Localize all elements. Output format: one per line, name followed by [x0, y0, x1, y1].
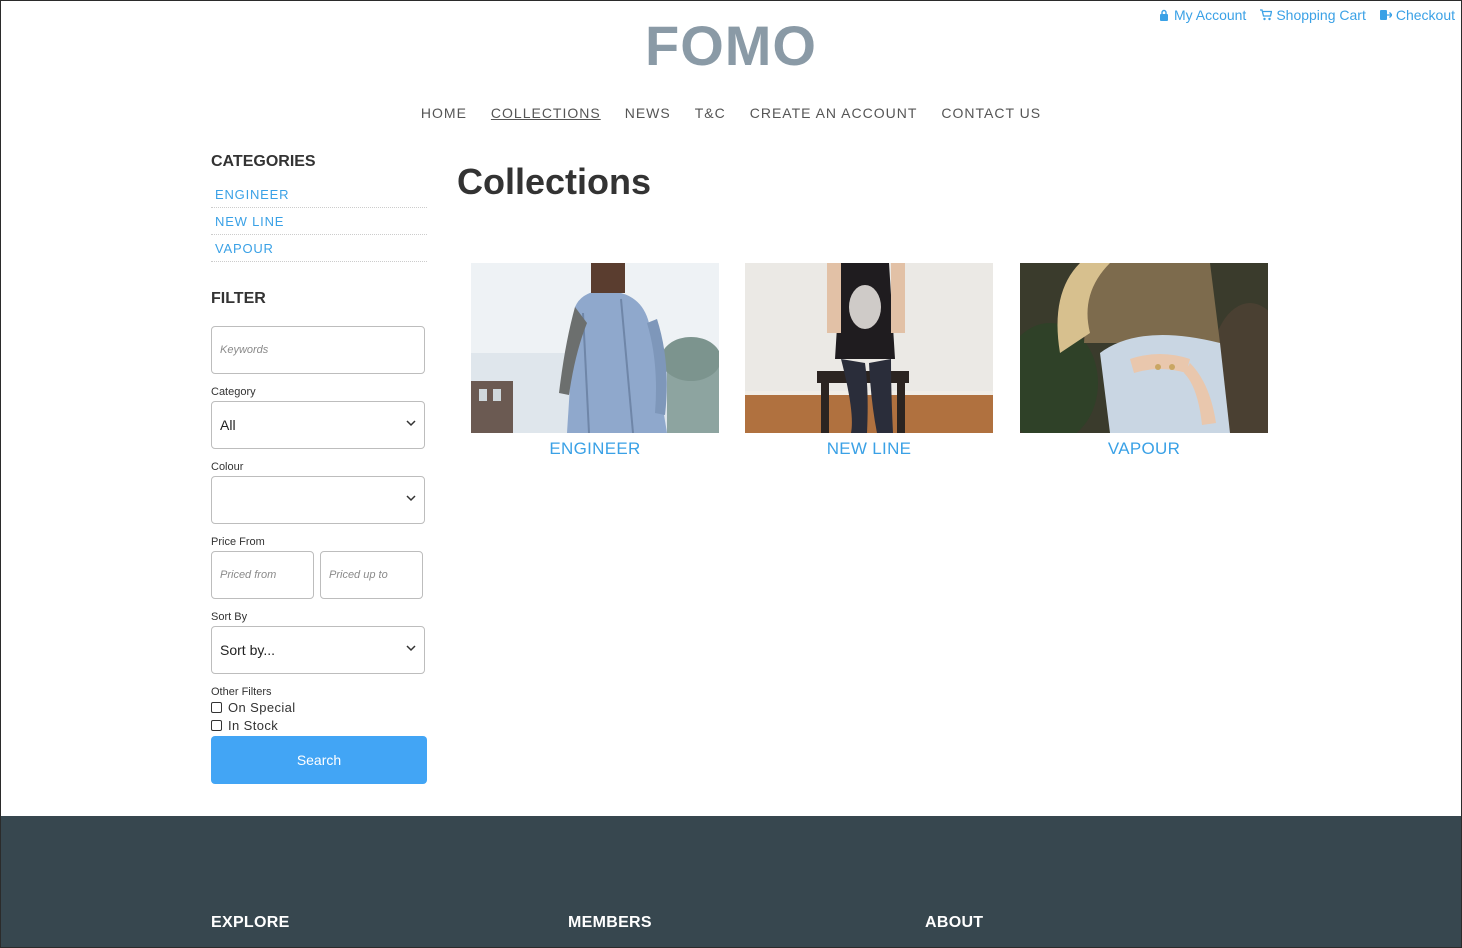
category-item: VAPOUR — [211, 235, 427, 262]
chevron-down-icon — [406, 495, 416, 502]
on-special-checkbox[interactable] — [211, 701, 222, 713]
category-label: Category — [211, 386, 256, 398]
category-list: ENGINEER NEW LINE VAPOUR — [211, 181, 427, 262]
collection-caption-vapour[interactable]: VAPOUR — [1020, 439, 1268, 459]
keywords-input[interactable]: Keywords — [211, 326, 425, 374]
price-to-input[interactable]: Priced up to — [320, 551, 423, 599]
sort-select-value: Sort by... — [220, 642, 275, 658]
nav-create-account[interactable]: CREATE AN ACCOUNT — [750, 105, 918, 121]
category-item: ENGINEER — [211, 181, 427, 208]
category-item: NEW LINE — [211, 208, 427, 235]
search-button[interactable]: Search — [211, 736, 427, 784]
categories-heading: CATEGORIES — [211, 153, 316, 170]
collection-caption-new-line[interactable]: NEW LINE — [745, 439, 993, 459]
price-label: Price From — [211, 536, 265, 548]
page-title: Collections — [457, 161, 652, 202]
category-select[interactable]: All — [211, 401, 425, 449]
footer-explore-heading: EXPLORE — [211, 914, 290, 931]
collection-image-new-line[interactable] — [745, 263, 993, 433]
chevron-down-icon — [406, 645, 416, 652]
footer-about-heading: ABOUT — [925, 914, 984, 931]
sort-select[interactable]: Sort by... — [211, 626, 425, 674]
other-filters-label: Other Filters — [211, 686, 272, 698]
collection-caption-engineer[interactable]: ENGINEER — [471, 439, 719, 459]
chevron-down-icon — [406, 420, 416, 427]
on-special-label: On Special — [228, 699, 296, 715]
sort-label: Sort By — [211, 611, 248, 623]
nav-contact-us[interactable]: CONTACT US — [941, 105, 1041, 121]
in-stock-checkbox[interactable] — [211, 719, 222, 731]
on-special-option[interactable]: On Special — [211, 698, 427, 716]
nav-news[interactable]: NEWS — [625, 105, 671, 121]
price-from-placeholder: Priced from — [220, 569, 277, 581]
collection-card-engineer[interactable]: ENGINEER — [471, 263, 719, 459]
category-link-engineer[interactable]: ENGINEER — [215, 187, 289, 202]
category-link-vapour[interactable]: VAPOUR — [215, 241, 274, 256]
nav-collections[interactable]: COLLECTIONS — [491, 105, 601, 121]
in-stock-option[interactable]: In Stock — [211, 716, 427, 734]
collection-card-vapour[interactable]: VAPOUR — [1020, 263, 1268, 459]
collection-card-new-line[interactable]: NEW LINE — [745, 263, 993, 459]
category-link-new-line[interactable]: NEW LINE — [215, 214, 284, 229]
collection-image-vapour[interactable] — [1020, 263, 1268, 433]
sidebar: CATEGORIES ENGINEER NEW LINE VAPOUR FILT… — [211, 153, 427, 784]
main-nav: HOME COLLECTIONS NEWS T&C CREATE AN ACCO… — [1, 105, 1461, 121]
site-logo[interactable]: FOMO — [1, 13, 1461, 78]
price-from-input[interactable]: Priced from — [211, 551, 314, 599]
collection-image-engineer[interactable] — [471, 263, 719, 433]
colour-select[interactable] — [211, 476, 425, 524]
keywords-placeholder: Keywords — [220, 344, 269, 356]
price-to-placeholder: Priced up to — [329, 569, 388, 581]
colour-label: Colour — [211, 461, 244, 473]
footer: EXPLORE MEMBERS ABOUT — [1, 816, 1461, 947]
filter-heading: FILTER — [211, 290, 266, 307]
page: My Account Shopping Cart Checkout FOMO H… — [0, 0, 1462, 948]
footer-members-heading: MEMBERS — [568, 914, 652, 931]
nav-home[interactable]: HOME — [421, 105, 467, 121]
category-select-value: All — [220, 417, 236, 433]
nav-terms[interactable]: T&C — [695, 105, 726, 121]
in-stock-label: In Stock — [228, 717, 279, 733]
price-range: Priced from Priced up to — [211, 551, 427, 599]
